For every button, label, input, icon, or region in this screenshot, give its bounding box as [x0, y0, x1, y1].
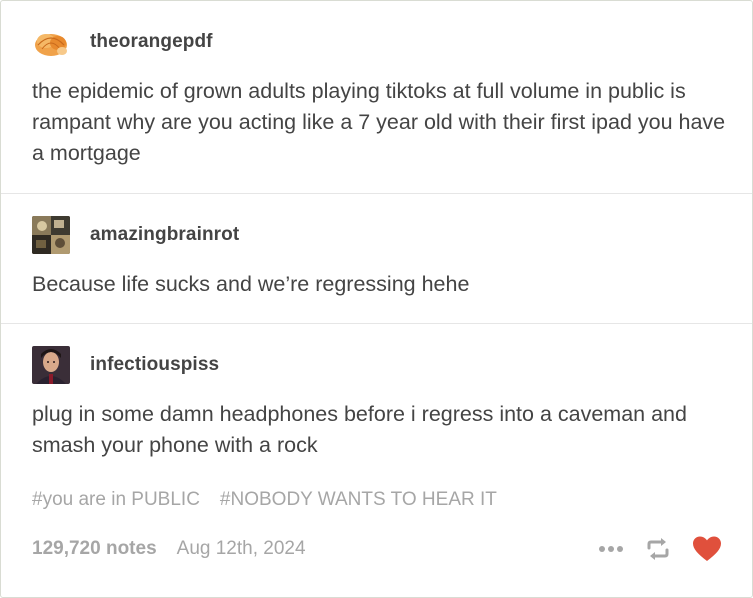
heart-icon[interactable]: [692, 535, 722, 563]
tag[interactable]: #you are in PUBLIC: [32, 489, 200, 511]
post-card: theorangepdf the epidemic of grown adult…: [0, 0, 753, 598]
username[interactable]: amazingbrainrot: [90, 224, 239, 246]
divider: [1, 323, 752, 324]
post-actions: [598, 535, 722, 563]
tag[interactable]: #NOBODY WANTS TO HEAR IT: [220, 489, 497, 511]
tag-list: #you are in PUBLIC #NOBODY WANTS TO HEAR…: [32, 489, 497, 511]
orange-shell-avatar-icon[interactable]: [32, 23, 70, 61]
portrait-avatar-icon[interactable]: [32, 346, 70, 384]
divider: [1, 193, 752, 194]
post-date: Aug 12th, 2024: [176, 538, 306, 559]
post-header: theorangepdf: [32, 23, 213, 61]
post-text: plug in some damn headphones before i re…: [32, 402, 687, 457]
post-header: infectiouspiss: [32, 346, 219, 384]
reblog-icon[interactable]: [644, 537, 672, 561]
collage-avatar-icon[interactable]: [32, 216, 70, 254]
ellipsis-icon[interactable]: [598, 545, 624, 553]
username[interactable]: theorangepdf: [90, 31, 213, 53]
post-text: the epidemic of grown adults playing tik…: [32, 79, 726, 165]
post-header: amazingbrainrot: [32, 216, 239, 254]
notes-count[interactable]: 129,720 notes: [32, 538, 157, 560]
username[interactable]: infectiouspiss: [90, 354, 219, 376]
post-footer: 129,720 notes Aug 12th, 2024: [32, 534, 722, 564]
post-text: Because life sucks and we’re regressing …: [32, 272, 470, 296]
